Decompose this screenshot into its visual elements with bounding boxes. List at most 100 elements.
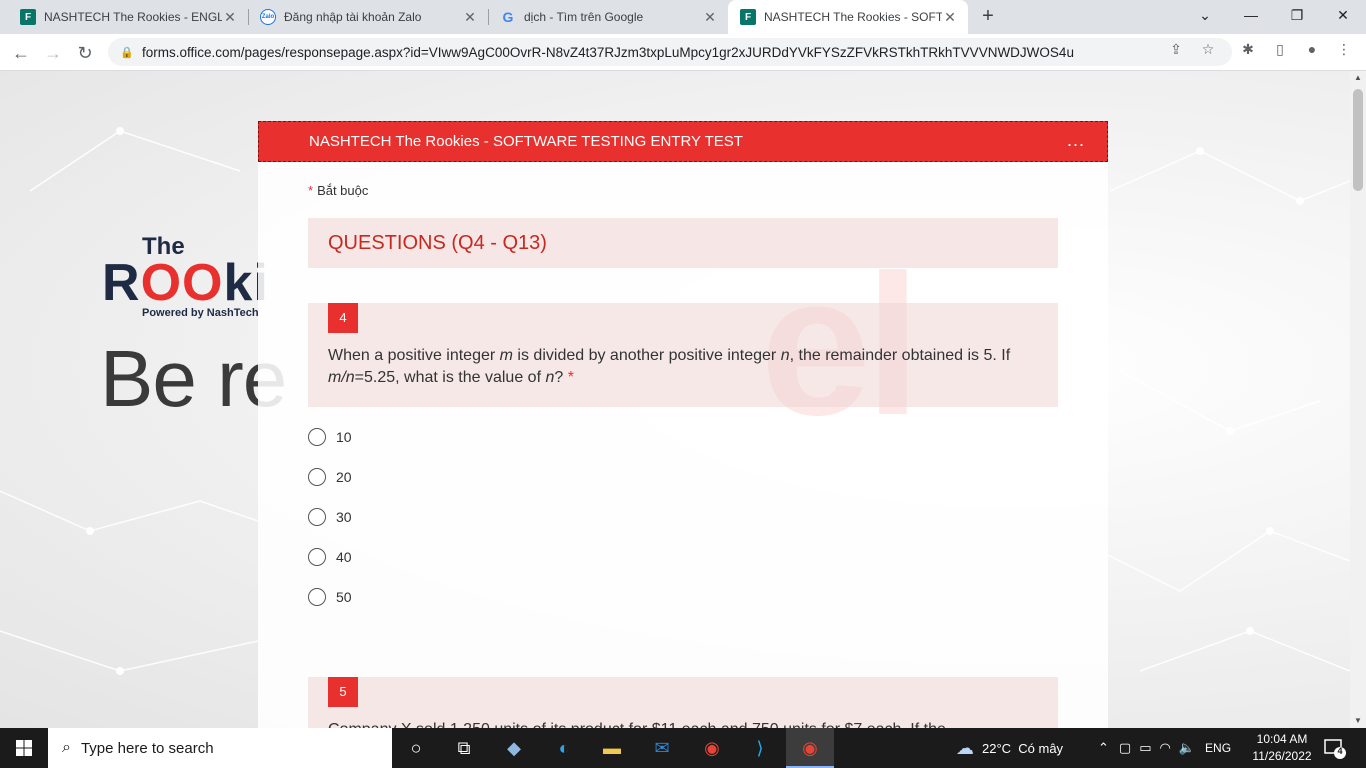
reload-button[interactable]: ↻ (72, 40, 98, 66)
search-icon: ⌕ (62, 739, 71, 756)
back-button[interactable]: ← (8, 40, 34, 66)
qtext-var-n: n (780, 347, 790, 364)
start-button[interactable] (0, 728, 48, 768)
app-icon[interactable]: ◆ (500, 734, 528, 762)
page-scrollbar[interactable]: ▲ ▼ (1350, 71, 1366, 728)
edge-icon[interactable]: ◐ (550, 734, 578, 762)
notifications-button[interactable]: 4 (1322, 736, 1346, 760)
form-card: NASHTECH The Rookies - SOFTWARE TESTING … (258, 121, 1108, 728)
form-title: NASHTECH The Rookies - SOFTWARE TESTING … (309, 133, 743, 150)
battery-icon[interactable]: ▭ (1139, 740, 1151, 756)
chrome-icon: ◉ (802, 737, 818, 758)
option-30[interactable]: 30 (308, 506, 352, 528)
close-window-button[interactable]: ✕ (1320, 0, 1366, 30)
cortana-icon[interactable]: ○ (402, 734, 430, 762)
scroll-up-arrow[interactable]: ▲ (1350, 71, 1366, 85)
qtext-part: , the remainder obtained is 5. If (789, 347, 1011, 364)
qtext-part: When a positive integer (328, 347, 500, 364)
required-star: * (567, 369, 574, 386)
scroll-down-arrow[interactable]: ▼ (1350, 714, 1366, 728)
logo-oo: OO (140, 254, 224, 312)
taskbar-search-box[interactable]: ⌕ Type here to search (48, 728, 392, 768)
option-label: 30 (336, 509, 352, 525)
rookies-logo: The ROOki Powered by NashTech (102, 233, 269, 319)
logo-r: R (102, 254, 141, 312)
clock[interactable]: 10:04 AM 11/26/2022 (1242, 731, 1322, 765)
close-icon[interactable]: ✕ (222, 9, 238, 26)
option-20[interactable]: 20 (308, 466, 352, 488)
forms-icon: F (740, 9, 756, 25)
lock-icon[interactable]: 🔒 (120, 46, 134, 59)
restore-button[interactable]: ❐ (1274, 0, 1320, 30)
chrome-active-window[interactable]: ◉ (786, 728, 834, 768)
extensions-icon[interactable]: ✱ (1238, 39, 1258, 59)
option-10[interactable]: 10 (308, 426, 352, 448)
address-bar[interactable]: 🔒 forms.office.com/pages/responsepage.as… (108, 38, 1232, 66)
close-icon[interactable]: ✕ (462, 9, 478, 26)
tab-forms-software-testing[interactable]: F NASHTECH The Rookies - SOFTW ✕ (728, 0, 968, 34)
url-text[interactable]: forms.office.com/pages/responsepage.aspx… (142, 45, 1232, 60)
bookmark-star-icon[interactable]: ☆ (1198, 39, 1218, 59)
option-label: 40 (336, 549, 352, 565)
tab-title: NASHTECH The Rookies - SOFTW (764, 10, 942, 24)
more-options-icon[interactable]: ... (1067, 130, 1085, 151)
section-header: QUESTIONS (Q4 - Q13) (308, 218, 1058, 268)
mail-icon[interactable]: ✉ (648, 734, 676, 762)
chrome-icon[interactable]: ◉ (698, 734, 726, 762)
question-text: When a positive integer m is divided by … (328, 345, 1038, 389)
new-tab-button[interactable]: + (976, 5, 1000, 29)
menu-kebab-icon[interactable]: ⋮ (1334, 39, 1354, 59)
share-icon[interactable]: ⇪ (1166, 39, 1186, 59)
weather-widget[interactable]: ☁ 22°C Có mây (956, 728, 1063, 768)
scroll-thumb[interactable] (1353, 89, 1363, 191)
wifi-icon[interactable]: ◠ (1160, 740, 1171, 756)
tab-zalo[interactable]: Zalo Đăng nhập tài khoản Zalo ✕ (248, 0, 488, 34)
radio-button[interactable] (308, 548, 326, 566)
form-header: NASHTECH The Rookies - SOFTWARE TESTING … (258, 121, 1108, 162)
radio-button[interactable] (308, 508, 326, 526)
radio-button[interactable] (308, 588, 326, 606)
option-50[interactable]: 50 (308, 586, 352, 608)
qtext-var-m-over-n: m/n (328, 369, 355, 386)
browser-toolbar: ← → ↻ 🔒 forms.office.com/pages/responsep… (0, 34, 1366, 71)
radio-button[interactable] (308, 428, 326, 446)
meet-now-icon[interactable]: ▢ (1119, 740, 1131, 756)
forms-icon: F (20, 9, 36, 25)
task-view-icon[interactable]: ⧉ (450, 734, 478, 762)
section-title: QUESTIONS (Q4 - Q13) (328, 231, 547, 254)
option-40[interactable]: 40 (308, 546, 352, 568)
zalo-icon: Zalo (260, 9, 276, 25)
language-indicator[interactable]: ENG (1205, 741, 1231, 755)
logo-rookies-text: ROOki (102, 257, 269, 309)
weather-text: 22°C Có mây (982, 740, 1064, 756)
search-placeholder: Type here to search (80, 739, 214, 757)
qtext-var-m: m (499, 347, 513, 364)
tab-search-icon[interactable]: ⌄ (1182, 0, 1228, 30)
side-panel-icon[interactable]: ▯ (1270, 39, 1290, 59)
windows-taskbar: ⌕ Type here to search ○ ⧉ ◆ ◐ ▬ ✉ ◉ ⟩ ◉ … (0, 728, 1366, 768)
logo-powered-by: Powered by NashTech (142, 307, 259, 319)
minimize-button[interactable]: — (1228, 0, 1274, 30)
qtext-part: is divided by another positive integer (512, 347, 781, 364)
required-star: * (308, 183, 314, 198)
tab-google-search[interactable]: G dịch - Tìm trên Google ✕ (488, 0, 728, 34)
radio-button[interactable] (308, 468, 326, 486)
page-viewport: el The ROOki Powered by NashTech Be re N… (0, 71, 1350, 728)
close-icon[interactable]: ✕ (942, 9, 958, 26)
profile-avatar-icon[interactable]: ● (1302, 39, 1322, 59)
question-text: Company X sold 1,250 units of its produc… (328, 719, 1038, 728)
forward-button[interactable]: → (40, 40, 66, 66)
question-card-4: 4 When a positive integer m is divided b… (308, 303, 1058, 407)
file-explorer-icon[interactable]: ▬ (598, 734, 626, 762)
tab-title: dịch - Tìm trên Google (524, 10, 644, 24)
question-card-5: 5 Company X sold 1,250 units of its prod… (308, 677, 1058, 728)
volume-icon[interactable]: 🔈 (1179, 740, 1195, 756)
notification-count: 4 (1337, 746, 1343, 756)
chevron-up-icon[interactable]: ⌃ (1098, 740, 1109, 756)
system-tray: ⌃ ▢ ▭ ◠ 🔈 ENG (1098, 728, 1231, 768)
vscode-icon[interactable]: ⟩ (746, 734, 774, 762)
tab-forms-english[interactable]: F NASHTECH The Rookies - ENGLIS ✕ (8, 0, 248, 34)
tab-title: Đăng nhập tài khoản Zalo (284, 10, 422, 24)
close-icon[interactable]: ✕ (702, 9, 718, 26)
cloud-icon: ☁ (956, 737, 974, 758)
